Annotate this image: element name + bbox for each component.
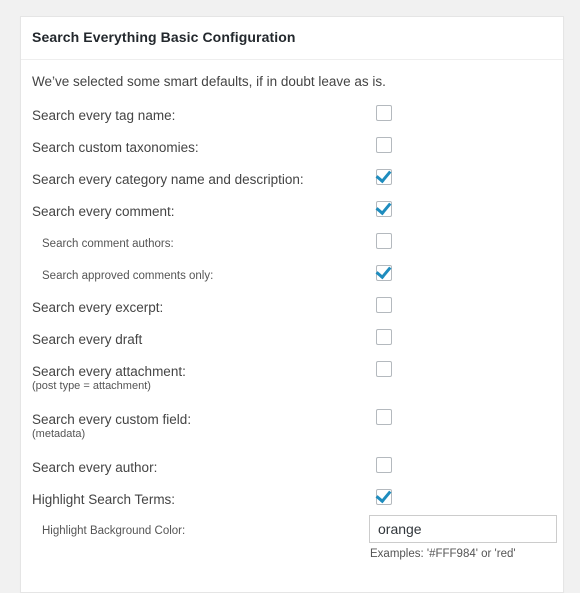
option-label-highlight-terms: Highlight Search Terms:	[32, 491, 176, 507]
option-row-every-comment: Search every comment:	[32, 197, 551, 229]
checkbox-excerpt[interactable]	[376, 296, 392, 313]
option-label-comment-authors: Search comment authors:	[42, 237, 174, 250]
checkbox-tag-name[interactable]	[376, 104, 392, 121]
page-background: Search Everything Basic Configuration We…	[0, 0, 580, 593]
checkbox-attachment[interactable]	[376, 360, 392, 377]
option-label-tag-name: Search every tag name:	[32, 107, 176, 123]
highlight-color-hint: Examples: '#FFF984' or 'red'	[370, 547, 516, 560]
page-title: Search Everything Basic Configuration	[32, 29, 296, 45]
option-row-approved-comments: Search approved comments only:	[32, 261, 551, 293]
option-subtext-attachment: (post type = attachment)	[32, 379, 151, 392]
option-row-author: Search every author:	[32, 453, 551, 485]
basic-configuration-panel: Search Everything Basic Configuration We…	[20, 16, 564, 593]
checkbox-author[interactable]	[376, 456, 392, 473]
option-row-custom-taxonomies: Search custom taxonomies:	[32, 133, 551, 165]
option-label-draft: Search every draft	[32, 331, 143, 347]
checkbox-custom-field[interactable]	[376, 408, 392, 425]
checkbox-category-name[interactable]	[376, 168, 392, 185]
highlight-background-color-input[interactable]	[369, 514, 557, 543]
panel-header: Search Everything Basic Configuration	[21, 17, 563, 60]
option-row-comment-authors: Search comment authors:	[32, 229, 551, 261]
option-row-category-name: Search every category name and descripti…	[32, 165, 551, 197]
checkbox-custom-taxonomies[interactable]	[376, 136, 392, 153]
checkbox-approved-comments[interactable]	[376, 264, 392, 281]
option-label-highlight-color: Highlight Background Color:	[42, 524, 186, 537]
option-label-category-name: Search every category name and descripti…	[32, 171, 304, 187]
checkbox-comment-authors[interactable]	[376, 232, 392, 249]
option-label-excerpt: Search every excerpt:	[32, 299, 164, 315]
option-subtext-custom-field: (metadata)	[32, 427, 86, 440]
panel-body: We’ve selected some smart defaults, if i…	[21, 60, 563, 592]
option-label-every-comment: Search every comment:	[32, 203, 175, 219]
option-row-highlight-color: Highlight Background Color: Examples: '#…	[32, 514, 557, 572]
option-row-custom-field: Search every custom field: (metadata)	[32, 405, 551, 453]
option-row-tag-name: Search every tag name:	[32, 101, 551, 133]
checkbox-draft[interactable]	[376, 328, 392, 345]
option-label-custom-taxonomies: Search custom taxonomies:	[32, 139, 199, 155]
checkbox-highlight-terms[interactable]	[376, 488, 392, 505]
intro-text: We’ve selected some smart defaults, if i…	[32, 73, 386, 89]
option-label-author: Search every author:	[32, 459, 158, 475]
option-row-highlight-terms: Highlight Search Terms:	[32, 485, 551, 516]
option-row-attachment: Search every attachment: (post type = at…	[32, 357, 551, 405]
option-row-excerpt: Search every excerpt:	[32, 293, 551, 325]
checkbox-every-comment[interactable]	[376, 200, 392, 217]
option-row-draft: Search every draft	[32, 325, 551, 357]
option-label-approved-comments: Search approved comments only:	[42, 269, 214, 282]
